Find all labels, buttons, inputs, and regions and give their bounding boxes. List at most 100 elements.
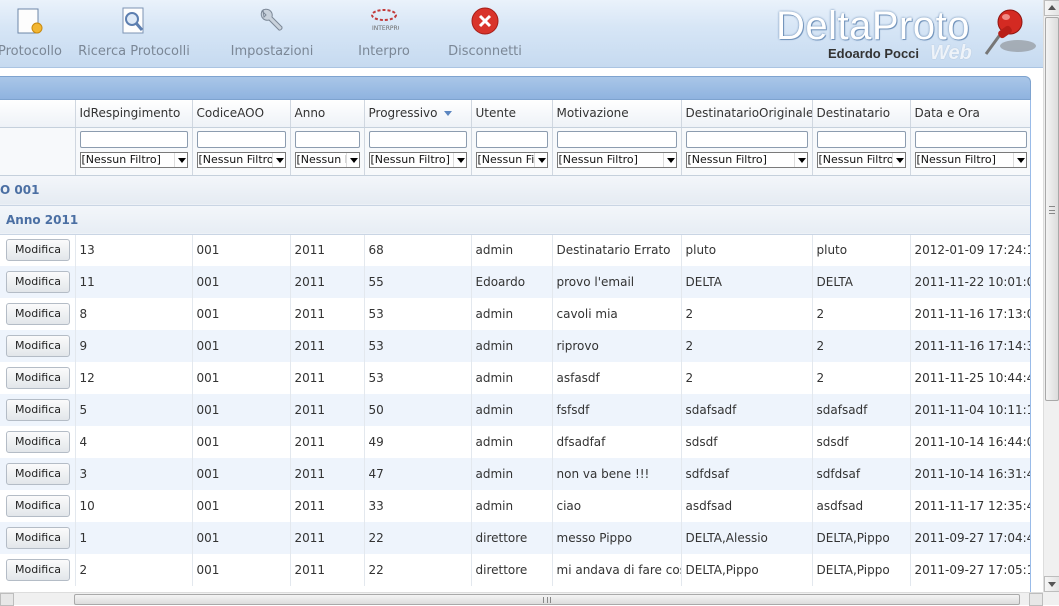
- filter-select[interactable]: [Nessun Filtro]: [816, 151, 906, 168]
- scroll-left-arrow-icon[interactable]: [0, 593, 14, 606]
- modifica-button[interactable]: Modifica: [6, 303, 70, 325]
- column-header-destinatario[interactable]: Destinatario: [812, 100, 911, 128]
- modifica-button[interactable]: Modifica: [6, 399, 70, 421]
- modifica-button[interactable]: Modifica: [6, 431, 70, 453]
- table-cell: admin: [471, 234, 553, 266]
- column-header-destinatariooriginale[interactable]: DestinatarioOriginale: [681, 100, 813, 128]
- filter-text-input[interactable]: [368, 130, 467, 148]
- app-logo: DeltaProto Edoardo Pocci Web: [772, 4, 1042, 66]
- table-row[interactable]: Modifica 3 001 2011 47 admin non va bene !!! sd…: [0, 458, 1030, 490]
- horizontal-scroll-thumb[interactable]: [74, 594, 1020, 605]
- action-cell: Modifica: [0, 362, 76, 394]
- toolbar-disconnetti[interactable]: Disconnetti: [444, 0, 526, 66]
- table-cell: sdafsadf: [681, 394, 813, 426]
- table-cell: 12: [75, 362, 193, 394]
- filter-select[interactable]: [Nessun Filtro]: [475, 151, 548, 168]
- filter-text-input[interactable]: [914, 130, 1027, 148]
- horizontal-scrollbar[interactable]: [0, 592, 1043, 606]
- filter-text-input[interactable]: [475, 130, 548, 148]
- modifica-button[interactable]: Modifica: [6, 463, 70, 485]
- table-row[interactable]: Modifica 10 001 2011 33 admin ciao asdfsad asdfs…: [0, 490, 1030, 522]
- table-cell: DELTA: [681, 266, 813, 298]
- table-cell: 2: [75, 554, 193, 586]
- column-header-label: CodiceAOO: [196, 106, 265, 121]
- column-header-progressivo[interactable]: Progressivo: [364, 100, 472, 128]
- wrench-icon: [260, 8, 283, 31]
- filter-select[interactable]: [Nessun Filtro]: [556, 151, 677, 168]
- table-row[interactable]: Modifica 9 001 2011 53 admin riprovo 2 2 2011-11-…: [0, 330, 1030, 362]
- vertical-scrollbar[interactable]: [1043, 0, 1059, 592]
- dropdown-arrow-icon: [173, 152, 187, 167]
- toolbar-impostazioni[interactable]: Impostazioni: [226, 0, 318, 66]
- toolbar-interpro[interactable]: INTERPRO Interpro: [348, 0, 420, 66]
- group-header-aoo[interactable]: O 001: [0, 175, 1030, 206]
- scroll-up-arrow-icon[interactable]: [1044, 0, 1059, 16]
- action-cell: Modifica: [0, 266, 76, 298]
- table-row[interactable]: Modifica 11 001 2011 55 Edoardo provo l'email D…: [0, 266, 1030, 298]
- filter-select[interactable]: [Nessun Filtro]: [196, 151, 286, 168]
- column-header-row: IdRespingimento CodiceAOO Anno Progressi…: [0, 100, 1030, 128]
- table-cell: 2011: [290, 298, 365, 330]
- filter-select[interactable]: [Nessun Filtro]: [914, 151, 1027, 168]
- filter-select[interactable]: [Nessun Filtro]: [294, 151, 360, 168]
- filter-select[interactable]: [Nessun Filtro]: [368, 151, 467, 168]
- modifica-button[interactable]: Modifica: [6, 367, 70, 389]
- modifica-button[interactable]: Modifica: [6, 239, 70, 262]
- modifica-button[interactable]: Modifica: [6, 527, 70, 549]
- filter-select[interactable]: [Nessun Filtro]: [79, 151, 188, 168]
- toolbar-ricerca-protocolli[interactable]: Ricerca Protocolli: [78, 0, 190, 66]
- modifica-button[interactable]: Modifica: [6, 335, 70, 357]
- column-header-data-e-ora[interactable]: Data e Ora: [910, 100, 1030, 128]
- column-header-utente[interactable]: Utente: [471, 100, 553, 128]
- group-header-year[interactable]: Anno 2011: [0, 205, 1030, 235]
- table-cell: sdsdf: [681, 426, 813, 458]
- column-header-motivazione[interactable]: Motivazione: [552, 100, 682, 128]
- table-cell: Edoardo: [471, 266, 553, 298]
- table-row[interactable]: Modifica 13 001 2011 68 admin Destinatario Err…: [0, 234, 1030, 266]
- column-header-anno[interactable]: Anno: [290, 100, 365, 128]
- table-cell: 2011-11-16 17:13:05: [910, 298, 1030, 330]
- filter-select-value: [Nessun Filtro]: [558, 152, 638, 166]
- table-cell: 2011-11-25 10:44:48: [910, 362, 1030, 394]
- scrollbar-corner: [1043, 592, 1059, 605]
- table-row[interactable]: Modifica 2 001 2011 22 direttore mi andava di …: [0, 554, 1030, 586]
- dropdown-arrow-icon: [662, 152, 676, 167]
- table-cell: DELTA,Alessio: [681, 522, 813, 554]
- table-row[interactable]: Modifica 1 001 2011 22 direttore messo Pippo DE…: [0, 522, 1030, 554]
- column-header-label: Anno: [294, 106, 326, 121]
- filter-select[interactable]: [Nessun Filtro]: [685, 151, 808, 168]
- table-cell: 2011: [290, 522, 365, 554]
- table-cell: messo Pippo: [552, 522, 682, 554]
- disconnect-icon: [471, 7, 499, 35]
- column-header-codiceaoo[interactable]: CodiceAOO: [192, 100, 291, 128]
- modifica-button[interactable]: Modifica: [6, 271, 70, 293]
- toolbar-protocollo[interactable]: Protocollo: [0, 0, 78, 66]
- table-cell: DELTA,Pippo: [681, 554, 813, 586]
- action-cell: Modifica: [0, 490, 76, 522]
- table-row[interactable]: Modifica 8 001 2011 53 admin cavoli mia 2 2 2011-…: [0, 298, 1030, 330]
- filter-text-input[interactable]: [79, 130, 188, 148]
- table-row[interactable]: Modifica 5 001 2011 50 admin fsfsdf sdafsadf sda…: [0, 394, 1030, 426]
- filter-text-input[interactable]: [685, 130, 808, 148]
- table-cell: non va bene !!!: [552, 458, 682, 490]
- group-header-year-label: Anno 2011: [6, 212, 79, 227]
- table-cell: sdsdf: [812, 426, 911, 458]
- filter-text-input[interactable]: [294, 130, 360, 148]
- filter-text-input[interactable]: [556, 130, 677, 148]
- scroll-right-arrow-icon[interactable]: [1029, 593, 1043, 606]
- table-cell: 001: [192, 490, 291, 522]
- scroll-down-arrow-icon[interactable]: [1044, 576, 1059, 592]
- filter-text-input[interactable]: [196, 130, 286, 148]
- filter-text-input[interactable]: [816, 130, 906, 148]
- vertical-scroll-thumb[interactable]: [1045, 17, 1059, 401]
- modifica-button[interactable]: Modifica: [6, 559, 70, 581]
- protocol-icon: [17, 8, 43, 34]
- table-cell: 2011-11-16 17:14:33: [910, 330, 1030, 362]
- modifica-button[interactable]: Modifica: [6, 495, 70, 517]
- table-row[interactable]: Modifica 12 001 2011 53 admin asfasdf 2 2 2011-11…: [0, 362, 1030, 394]
- table-cell: 2011: [290, 362, 365, 394]
- table-row[interactable]: Modifica 4 001 2011 49 admin dfsadfaf sdsdf sdsd…: [0, 426, 1030, 458]
- dropdown-arrow-icon: [271, 152, 285, 167]
- column-header-idrespingimento[interactable]: IdRespingimento: [75, 100, 193, 128]
- toolbar-impostazioni-label: Impostazioni: [230, 44, 314, 59]
